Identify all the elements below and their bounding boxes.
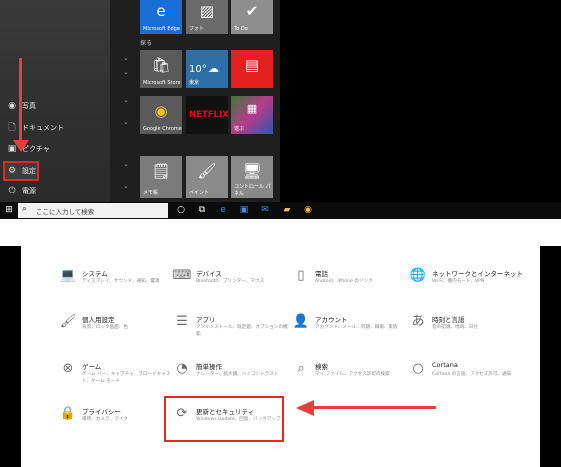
- cortana-ring-icon: ○: [412, 361, 424, 376]
- lock-icon: 🔒: [59, 406, 77, 421]
- games-icon: ▦: [246, 102, 258, 115]
- tile-paint[interactable]: 🖌 ペイント: [186, 156, 228, 198]
- control-panel-icon: 🖥: [242, 162, 262, 180]
- gear-icon: ⚙: [7, 166, 17, 176]
- tile-todo[interactable]: ✔ To Do: [231, 0, 273, 34]
- rail-item-settings[interactable]: ⚙ 設定: [3, 161, 39, 181]
- laptop-icon: 💻: [59, 268, 77, 283]
- settings-item-ease-of-access[interactable]: ◔ 簡単操作 ナレーター、拡大鏡、ハイコントラスト: [172, 359, 292, 399]
- weather-icon: ☁: [208, 62, 219, 75]
- edge-icon: e: [156, 2, 166, 20]
- tile-netflix[interactable]: NETFLIX: [186, 96, 228, 134]
- explorer-icon[interactable]: ▰: [281, 204, 293, 216]
- tile-news[interactable]: ▤: [231, 50, 273, 88]
- power-icon: ⏻: [8, 186, 16, 196]
- phone-icon: ▯: [297, 268, 305, 283]
- divider: [0, 219, 561, 246]
- settings-item-accounts[interactable]: 👤 アカウント アカウント、メール、同期、職場、家族: [291, 312, 411, 352]
- xbox-icon: ⊗: [62, 361, 74, 376]
- left-border: [0, 246, 21, 467]
- highlight-box-update-security: [164, 396, 284, 442]
- netflix-icon: NETFLIX: [189, 110, 228, 120]
- windows-start-icon[interactable]: ⊞: [3, 204, 15, 216]
- settings-item-network[interactable]: 🌐 ネットワークとインターネット Wi-Fi、機内モード、VPN: [408, 266, 528, 306]
- settings-item-gaming[interactable]: ⊗ ゲーム ゲーム バー、キャプチャ、ブロードキャスト、ゲーム モード: [58, 359, 178, 399]
- start-menu: ◉ 写真 🗋 ドキュメント ▣ ピクチャ ⚙ 設定 ⏻ 電源 ⌄ ⌄ ⌄ ⌄ ⌄…: [0, 0, 561, 219]
- chrome-icon[interactable]: ◉: [302, 204, 314, 216]
- settings-item-privacy[interactable]: 🔒 プライバシー 場所、カメラ、マイク: [58, 404, 178, 444]
- time-language-icon: あ: [411, 314, 425, 329]
- weather-temp: 10°: [189, 64, 207, 75]
- globe-icon: 🌐: [409, 268, 427, 283]
- chevron-down-icon[interactable]: ⌄: [123, 160, 129, 168]
- tile-photos[interactable]: ▨ フォト: [186, 0, 228, 34]
- annotation-arrow-down: [19, 58, 22, 144]
- tile-group-label: 探る: [140, 40, 153, 47]
- chevron-down-icon[interactable]: ⌄: [123, 96, 129, 104]
- ease-of-access-icon: ◔: [176, 361, 188, 376]
- apps-list-icon: ☰: [176, 314, 188, 329]
- chevron-down-icon[interactable]: ⌄: [123, 182, 129, 190]
- chevron-down-icon[interactable]: ⌄: [123, 68, 129, 76]
- edge-icon[interactable]: e: [217, 204, 229, 216]
- taskbar-search-input[interactable]: ⌕ ここに入力して検索: [18, 203, 168, 218]
- chevron-down-icon[interactable]: ⌄: [123, 54, 129, 62]
- tile-games[interactable]: ▦ 遊ぶ: [231, 96, 273, 134]
- tile-google-chrome[interactable]: ◉ Google Chrome: [140, 96, 182, 134]
- task-view-icon[interactable]: ⧉: [196, 204, 208, 216]
- settings-item-apps[interactable]: ☰ アプリ アンインストール、既定値、オプションの機能: [172, 312, 292, 352]
- photos-icon: ◉: [8, 101, 16, 111]
- tile-weather[interactable]: 10° ☁ 東京: [186, 50, 228, 88]
- annotation-arrow-left: [312, 406, 436, 409]
- checkmark-icon: ✔: [245, 2, 259, 20]
- rail-item-power[interactable]: ⏻ 電源: [4, 182, 108, 200]
- annotation-arrow-left-head: [296, 400, 314, 416]
- search-icon: ⌕: [22, 204, 28, 214]
- brush-icon: 🖌: [59, 314, 77, 329]
- store-icon[interactable]: ▣: [238, 204, 250, 216]
- settings-item-system[interactable]: 💻 システム ディスプレイ、サウンド、通知、電源: [58, 266, 178, 306]
- tile-notepad[interactable]: 🗒 メモ帳: [140, 156, 182, 198]
- notepad-icon: 🗒: [151, 162, 171, 180]
- settings-item-search[interactable]: ⌕ 検索 マイ ファイル、アクセス許可の検索: [291, 359, 411, 399]
- document-icon: 🗋: [8, 123, 16, 133]
- chevron-down-icon[interactable]: ⌄: [123, 118, 129, 126]
- news-icon: ▤: [244, 56, 260, 74]
- person-icon: 👤: [292, 314, 310, 329]
- mail-icon[interactable]: ✉: [259, 204, 271, 216]
- settings-item-cortana[interactable]: ○ Cortana Cortana の言語、アクセス許可、通知: [408, 359, 528, 399]
- settings-item-devices[interactable]: ⌨ デバイス Bluetooth、プリンター、マウス: [172, 266, 292, 306]
- settings-item-personalization[interactable]: 🖌 個人用設定 背景、ロック画面、色: [58, 312, 178, 352]
- annotation-arrow-down-head: [13, 140, 29, 152]
- settings-item-time-language[interactable]: あ 時刻と言語 音声認識、地域、日付: [408, 312, 528, 352]
- photos-tile-icon: ▨: [199, 2, 215, 20]
- right-border: [540, 246, 561, 467]
- settings-item-phone[interactable]: ▯ 電話 Android、iPhone のリンク: [291, 266, 411, 306]
- store-icon: 🛍: [151, 56, 171, 74]
- search-icon: ⌕: [297, 361, 305, 376]
- cortana-icon[interactable]: ○: [175, 204, 187, 216]
- tile-microsoft-store[interactable]: 🛍 Microsoft Store: [140, 50, 182, 88]
- paint-icon: 🖌: [197, 162, 217, 180]
- keyboard-icon: ⌨: [172, 268, 192, 283]
- chrome-icon: ◉: [154, 102, 168, 120]
- start-rail: ◉ 写真 🗋 ドキュメント ▣ ピクチャ ⚙ 設定 ⏻ 電源: [0, 0, 110, 202]
- tile-control-panel[interactable]: 🖥 コントロール パネル: [231, 156, 273, 198]
- tile-microsoft-edge[interactable]: e Microsoft Edge: [140, 0, 182, 34]
